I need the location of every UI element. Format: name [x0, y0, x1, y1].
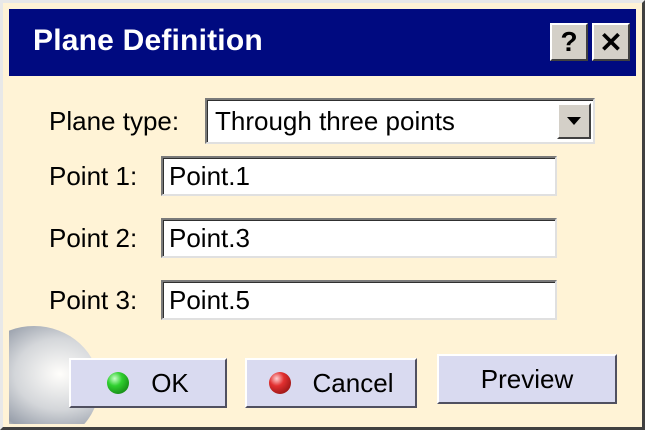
dialog-title: Plane Definition	[33, 24, 263, 57]
plane-definition-dialog: Plane Definition ? ✕ Plane type: Through…	[0, 0, 645, 430]
ok-label: OK	[151, 367, 189, 398]
point3-field[interactable]: Point.5	[161, 280, 557, 320]
plane-type-value: Through three points	[215, 106, 455, 136]
red-ball-icon	[268, 372, 291, 394]
dialog-body: Plane type: Through three points Point 1…	[9, 76, 636, 424]
ok-button[interactable]: OK	[69, 358, 227, 408]
title-bar[interactable]: Plane Definition ? ✕	[9, 9, 636, 76]
point3-label: Point 3:	[49, 285, 138, 315]
preview-label: Preview	[480, 363, 574, 394]
plane-type-select[interactable]: Through three points	[205, 98, 595, 144]
close-button[interactable]: ✕	[592, 23, 630, 61]
chevron-down-icon	[567, 117, 581, 125]
point1-label: Point 1:	[49, 161, 138, 191]
cancel-button[interactable]: Cancel	[245, 358, 417, 408]
point2-label: Point 2:	[49, 223, 138, 253]
cancel-label: Cancel	[312, 367, 394, 398]
help-icon: ?	[560, 26, 578, 57]
point2-field[interactable]: Point.3	[161, 218, 557, 258]
help-button[interactable]: ?	[550, 23, 588, 61]
plane-type-dropdown-button[interactable]	[557, 103, 591, 139]
close-icon: ✕	[599, 26, 623, 58]
point1-field[interactable]: Point.1	[161, 156, 557, 196]
green-ball-icon	[107, 372, 130, 394]
preview-button[interactable]: Preview	[437, 354, 617, 404]
plane-type-label: Plane type:	[49, 106, 180, 136]
